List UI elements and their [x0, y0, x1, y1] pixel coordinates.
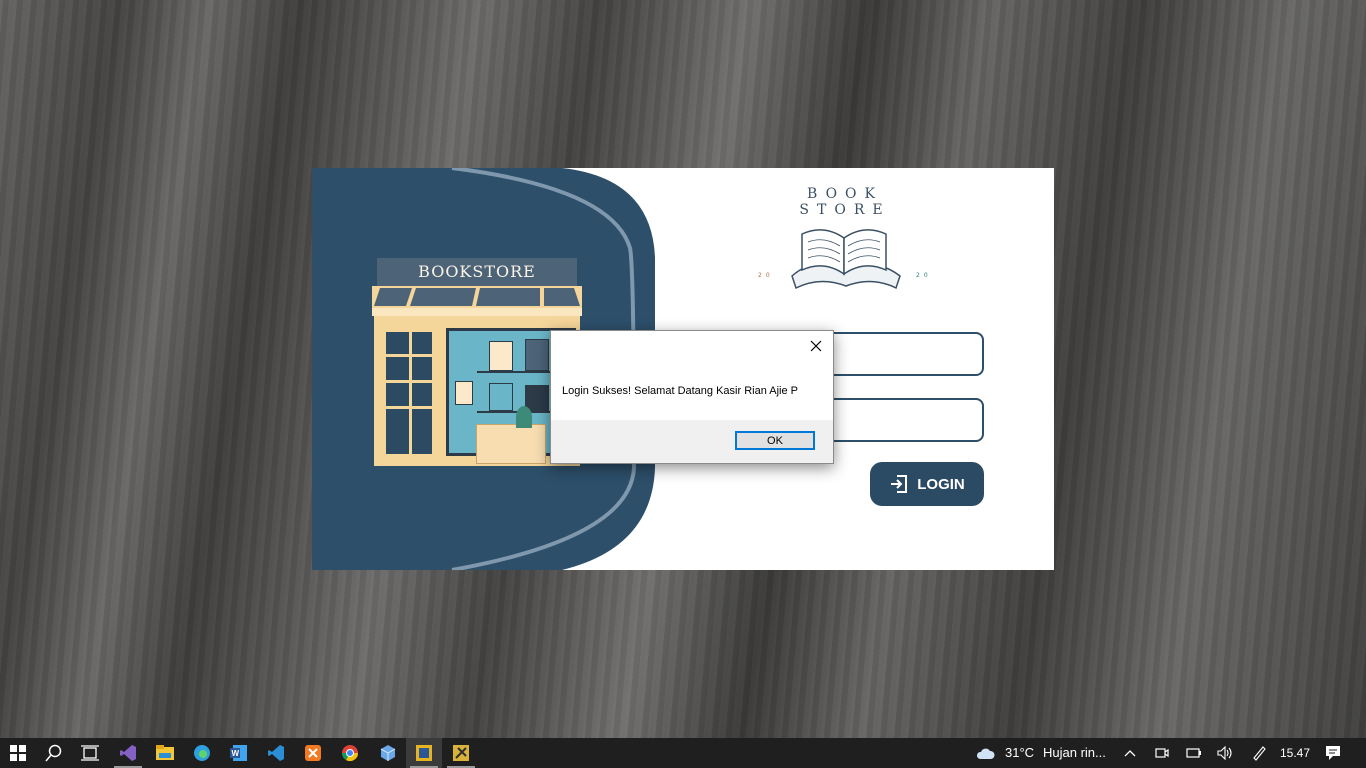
open-book-icon — [791, 229, 901, 290]
start-button[interactable] — [0, 738, 36, 768]
logo-year-right: 20 — [916, 272, 932, 279]
dialog-message: Login Sukses! Selamat Datang Kasir Rian … — [562, 385, 799, 397]
vscode-icon — [268, 745, 284, 761]
running-app-icon — [416, 745, 432, 761]
logo-title: BOOK STORE — [799, 186, 891, 218]
notification-icon[interactable] — [1322, 738, 1344, 768]
message-dialog: Login Sukses! Selamat Datang Kasir Rian … — [550, 330, 834, 464]
login-button[interactable]: LOGIN — [870, 462, 984, 506]
netbeans-icon — [453, 745, 469, 761]
windows-icon — [10, 745, 26, 761]
desktop-wallpaper: BOOKSTORE BOOK STORE 20 20 LOGIN Login S… — [0, 0, 1366, 738]
netbeans-button[interactable] — [443, 738, 479, 768]
task-view-button[interactable] — [72, 738, 108, 768]
close-button[interactable] — [803, 335, 829, 357]
bookstore-logo: BOOK STORE 20 20 — [758, 186, 932, 306]
box-app-button[interactable] — [370, 738, 406, 768]
book — [489, 383, 513, 411]
volume-icon[interactable] — [1214, 738, 1236, 768]
box-app-icon — [380, 745, 396, 761]
xampp-icon — [305, 745, 321, 761]
login-button-label: LOGIN — [917, 475, 965, 493]
search-button[interactable] — [36, 738, 72, 768]
word-button[interactable]: W — [221, 738, 257, 768]
close-icon — [810, 340, 822, 352]
book — [525, 339, 549, 371]
login-icon — [891, 475, 908, 493]
bookstore-sign: BOOKSTORE — [377, 258, 577, 286]
store-awning — [372, 286, 582, 316]
meet-now-icon[interactable] — [1151, 738, 1173, 768]
dialog-body: Login Sukses! Selamat Datang Kasir Rian … — [551, 331, 833, 420]
logo-year-left: 20 — [758, 272, 774, 279]
file-explorer-button[interactable] — [147, 738, 183, 768]
chrome-icon — [341, 745, 359, 762]
plant — [516, 406, 532, 428]
book — [455, 381, 473, 405]
store-door — [382, 328, 436, 458]
word-icon: W — [230, 745, 247, 761]
xampp-button[interactable] — [295, 738, 331, 768]
taskbar: W 31°C Hujan rin... 15.47 — [0, 738, 1366, 768]
book — [489, 341, 513, 371]
clock[interactable]: 15.47 — [1280, 738, 1310, 768]
svg-text:W: W — [232, 749, 240, 758]
book-crate — [476, 424, 546, 464]
weather-condition[interactable]: Hujan rin... — [1043, 738, 1106, 768]
task-view-icon — [81, 745, 99, 761]
username-field[interactable] — [812, 332, 984, 376]
file-explorer-icon — [156, 745, 174, 760]
visual-studio-button[interactable] — [110, 738, 146, 768]
search-icon — [45, 744, 62, 762]
weather-icon[interactable] — [974, 738, 996, 768]
vscode-button[interactable] — [258, 738, 294, 768]
pen-workspace-icon[interactable] — [1248, 738, 1270, 768]
chrome-button[interactable] — [332, 738, 368, 768]
running-app-button[interactable] — [406, 738, 442, 768]
edge-icon — [194, 745, 210, 761]
edge-button[interactable] — [184, 738, 220, 768]
password-field[interactable] — [812, 398, 984, 442]
visual-studio-icon — [120, 745, 136, 761]
battery-icon[interactable] — [1183, 738, 1205, 768]
weather-temperature[interactable]: 31°C — [1005, 738, 1034, 768]
ok-button[interactable]: OK — [735, 431, 815, 450]
chevron-up-icon[interactable] — [1119, 738, 1141, 768]
